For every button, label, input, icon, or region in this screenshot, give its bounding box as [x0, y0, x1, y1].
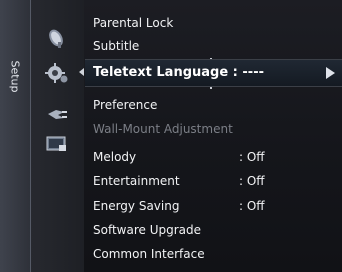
menu-item-label: Preference	[93, 98, 158, 112]
satellite-dish-icon[interactable]	[44, 28, 70, 50]
menu-item-subtitle[interactable]: Subtitle	[93, 34, 139, 58]
menu-item-label: Parental Lock	[93, 16, 174, 30]
menu-item-value: : Off	[239, 199, 265, 213]
menu-item-melody[interactable]: Melody : Off	[93, 145, 265, 169]
menu-item-label: Common Interface	[93, 247, 205, 261]
setup-menu-list: Parental Lock Subtitle Teletext Language…	[85, 0, 342, 272]
menu-item-label: Wall-Mount Adjustment	[93, 122, 233, 136]
menu-item-value: : Off	[239, 174, 265, 188]
menu-item-software-upgrade[interactable]: Software Upgrade	[93, 218, 201, 242]
menu-item-label: Entertainment	[93, 174, 180, 188]
setup-menu-screen: Setup Parental Lock Subtitle Teletext La…	[0, 0, 342, 272]
gear-setup-icon[interactable]	[44, 62, 70, 84]
menu-item-label: Melody	[93, 150, 137, 164]
menu-item-common-interface[interactable]: Common Interface	[93, 242, 205, 266]
menu-item-teletext-language[interactable]: Teletext Language : ----	[85, 59, 342, 87]
menu-item-preference[interactable]: Preference	[93, 93, 157, 117]
menu-item-label: Software Upgrade	[93, 223, 202, 237]
menu-item-label: Subtitle	[93, 39, 140, 53]
menu-item-parental-lock[interactable]: Parental Lock	[93, 11, 173, 35]
category-label: Setup	[8, 59, 22, 93]
menu-item-energy-saving[interactable]: Energy Saving : Off	[93, 194, 265, 218]
submenu-arrow-icon	[326, 67, 335, 79]
menu-item-entertainment[interactable]: Entertainment : Off	[93, 169, 265, 193]
category-icon-column	[31, 0, 84, 272]
menu-item-value: : Off	[239, 150, 265, 164]
selected-item-text: Teletext Language : ----	[93, 65, 264, 80]
menu-item-label: Energy Saving	[93, 199, 180, 213]
menu-item-wall-mount-adjustment: Wall-Mount Adjustment	[93, 117, 233, 141]
scroll-down-indicator-icon	[210, 87, 212, 89]
application-icon[interactable]	[44, 133, 70, 155]
plug-input-icon[interactable]	[44, 103, 70, 125]
selection-pointer-icon	[79, 68, 84, 76]
category-tab-setup[interactable]: Setup	[0, 0, 31, 272]
